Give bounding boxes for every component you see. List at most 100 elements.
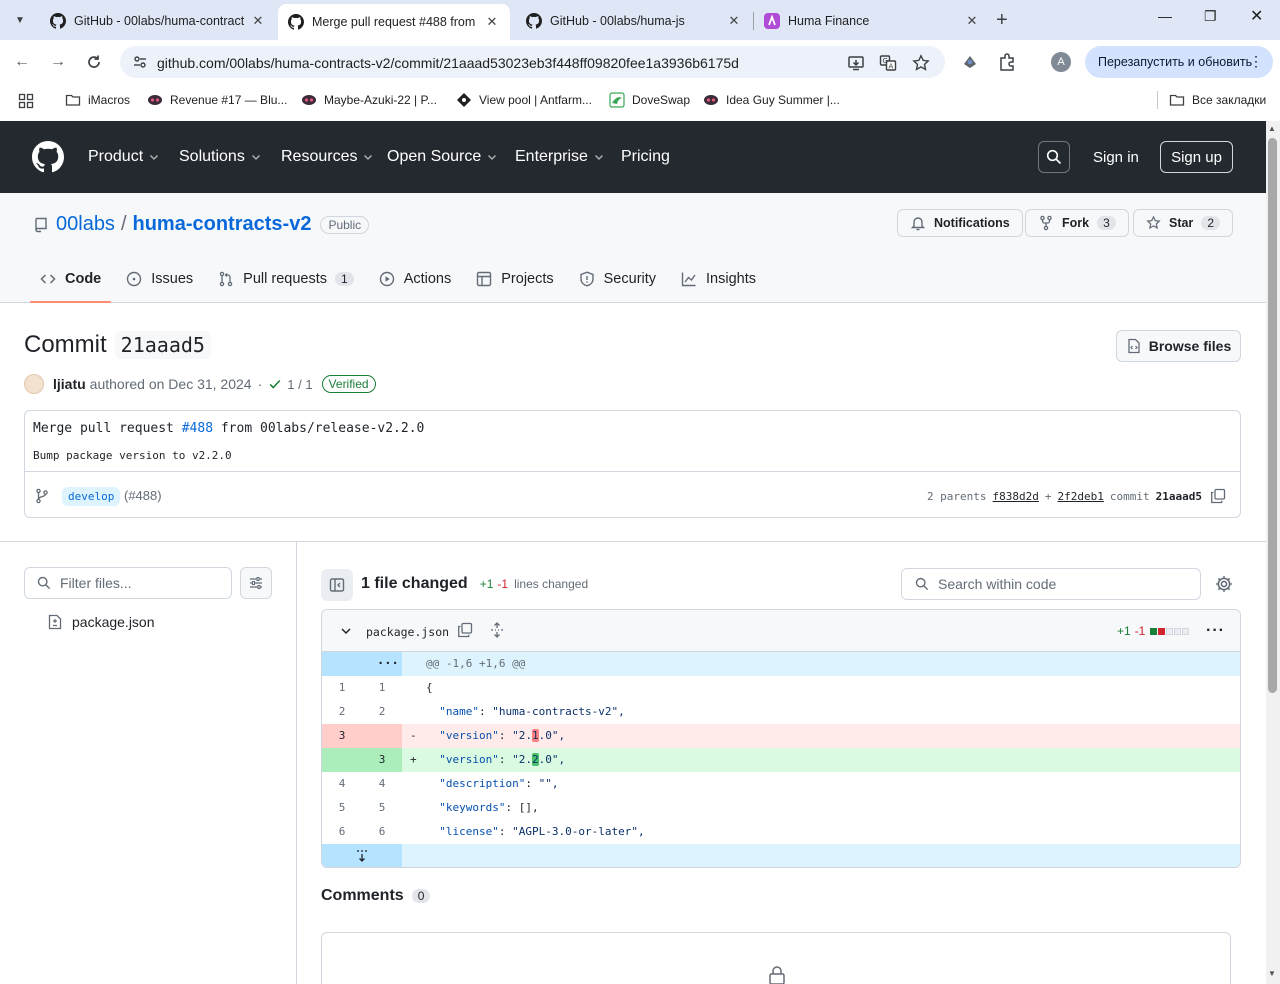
parent-sha-link[interactable]: f838d2d: [993, 490, 1039, 503]
bookmark-antfarm[interactable]: View pool | Antfarm...: [456, 92, 592, 108]
new-line-number[interactable]: 2: [362, 700, 402, 724]
pr-reference[interactable]: (#488): [124, 488, 162, 503]
bookmark-revenue[interactable]: Revenue #17 — Blu...: [147, 92, 287, 108]
profile-avatar[interactable]: A: [1051, 52, 1071, 72]
old-line-number[interactable]: 3: [322, 724, 362, 748]
nav-resources[interactable]: Resources: [281, 148, 373, 166]
repo-name-link[interactable]: huma-contracts-v2: [133, 213, 312, 236]
old-line-number[interactable]: 1: [322, 676, 362, 700]
tab-code[interactable]: Code: [30, 259, 112, 303]
restart-update-button[interactable]: Перезапустить и обновить ⋮: [1085, 46, 1273, 78]
parent-sha-link[interactable]: 2f2deb1: [1058, 490, 1104, 503]
old-line-number[interactable]: 5: [322, 796, 362, 820]
tab-security[interactable]: Security: [569, 259, 666, 299]
scroll-down-arrow-icon[interactable]: ▼: [1268, 969, 1276, 978]
unfold-icon[interactable]: [489, 622, 505, 638]
restore-icon[interactable]: ❐: [1204, 8, 1217, 25]
tab-search-button[interactable]: ▼: [8, 8, 32, 32]
bookmark-star-icon[interactable]: [912, 54, 930, 72]
forward-icon[interactable]: →: [46, 50, 70, 74]
all-bookmarks-folder[interactable]: Все закладки: [1169, 92, 1266, 108]
browser-tab-huma-contracts[interactable]: GitHub - 00labs/huma-contract ✕: [40, 6, 276, 36]
fork-button[interactable]: Fork 3: [1025, 209, 1129, 237]
copy-icon[interactable]: [457, 622, 473, 638]
new-line-number[interactable]: 4: [362, 772, 402, 796]
bookmark-maybe-azuki[interactable]: Maybe-Azuki-22 | P...: [301, 92, 437, 108]
close-icon[interactable]: ✕: [250, 13, 266, 29]
install-app-icon[interactable]: [847, 54, 865, 72]
old-line-number[interactable]: 6: [322, 820, 362, 844]
expand-down-button[interactable]: [322, 844, 402, 867]
tab-insights[interactable]: Insights: [671, 259, 766, 299]
gear-icon[interactable]: [1215, 575, 1233, 593]
sign-in-link[interactable]: Sign in: [1093, 149, 1139, 166]
file-diff: package.json +1 -1 ··· ··· @@ -1,6 +1,6 …: [321, 609, 1241, 868]
scroll-up-arrow-icon[interactable]: ▲: [1268, 124, 1276, 133]
kebab-menu-icon[interactable]: ···: [1206, 622, 1225, 640]
star-button[interactable]: Star 2: [1133, 209, 1233, 237]
diff-file-name[interactable]: package.json: [366, 625, 449, 639]
github-logo-icon[interactable]: [32, 141, 64, 173]
close-icon[interactable]: ✕: [726, 13, 742, 29]
close-icon[interactable]: ✕: [964, 13, 980, 29]
toggle-file-tree-button[interactable]: [321, 569, 353, 601]
repo-owner-link[interactable]: 00labs: [56, 213, 115, 236]
window-close-icon[interactable]: ✕: [1250, 6, 1263, 26]
search-within-code-input[interactable]: Search within code: [901, 568, 1201, 600]
bookmark-label: View pool | Antfarm...: [479, 93, 592, 107]
new-line-number[interactable]: [362, 724, 402, 748]
search-button[interactable]: [1038, 141, 1070, 173]
nav-enterprise[interactable]: Enterprise: [515, 148, 604, 166]
copy-icon[interactable]: [1210, 488, 1226, 504]
new-line-number[interactable]: 1: [362, 676, 402, 700]
pr-link[interactable]: #488: [182, 421, 213, 436]
new-tab-button[interactable]: +: [996, 9, 1008, 32]
extension-icon[interactable]: [960, 52, 980, 72]
close-icon[interactable]: ✕: [484, 14, 500, 30]
browse-files-button[interactable]: Browse files: [1116, 330, 1241, 362]
extensions-puzzle-icon[interactable]: [998, 52, 1018, 72]
nav-solutions[interactable]: Solutions: [179, 148, 261, 166]
filter-files-input[interactable]: Filter files...: [24, 567, 232, 599]
chevron-down-icon[interactable]: [339, 624, 353, 638]
verified-badge[interactable]: Verified: [321, 375, 376, 393]
bookmark-doveswap[interactable]: DoveSwap: [609, 92, 690, 108]
site-settings-icon[interactable]: [132, 54, 148, 70]
new-line-number[interactable]: 6: [362, 820, 402, 844]
tab-projects[interactable]: Projects: [466, 259, 563, 299]
old-line-number[interactable]: 2: [322, 700, 362, 724]
nav-open-source[interactable]: Open Source: [387, 148, 497, 166]
tab-label: Actions: [403, 271, 452, 287]
browser-tab-huma-finance[interactable]: Huma Finance ✕: [754, 6, 990, 36]
nav-product[interactable]: Product: [88, 148, 159, 166]
tab-actions[interactable]: Actions: [369, 259, 462, 299]
minimize-icon[interactable]: —: [1158, 8, 1172, 24]
tab-issues[interactable]: Issues: [116, 259, 203, 299]
sign-up-button[interactable]: Sign up: [1160, 141, 1233, 173]
scrollbar-thumb[interactable]: [1268, 138, 1277, 693]
back-icon[interactable]: ←: [10, 50, 34, 74]
old-line-number[interactable]: 4: [322, 772, 362, 796]
sliders-icon: [250, 577, 262, 589]
filter-options-button[interactable]: [240, 567, 272, 599]
nav-pricing[interactable]: Pricing: [621, 148, 670, 166]
old-line-number[interactable]: [322, 748, 362, 772]
apps-grid-icon[interactable]: [18, 93, 34, 109]
browser-tab-active-commit[interactable]: Merge pull request #488 from 0 ✕: [278, 4, 510, 40]
address-bar[interactable]: github.com/00labs/huma-contracts-v2/comm…: [120, 46, 945, 78]
expand-up-button[interactable]: ···: [322, 652, 402, 676]
bookmark-idea-guy[interactable]: Idea Guy Summer |...: [703, 92, 840, 108]
browser-tab-huma-js[interactable]: GitHub - 00labs/huma-js ✕: [516, 6, 752, 36]
file-tree-item[interactable]: package.json: [48, 614, 155, 630]
reload-icon[interactable]: [82, 50, 106, 74]
new-line-number[interactable]: 5: [362, 796, 402, 820]
tab-pull-requests[interactable]: Pull requests 1: [208, 259, 364, 299]
branch-label[interactable]: develop: [62, 487, 121, 506]
author-link[interactable]: ljiatu: [53, 376, 86, 392]
translate-icon[interactable]: GA: [879, 54, 897, 72]
checks-status[interactable]: 1 / 1: [268, 377, 313, 392]
avatar[interactable]: [24, 374, 44, 394]
bookmark-imacros[interactable]: iMacros: [65, 92, 130, 108]
new-line-number[interactable]: 3: [362, 748, 402, 772]
notifications-button[interactable]: Notifications: [897, 209, 1023, 237]
